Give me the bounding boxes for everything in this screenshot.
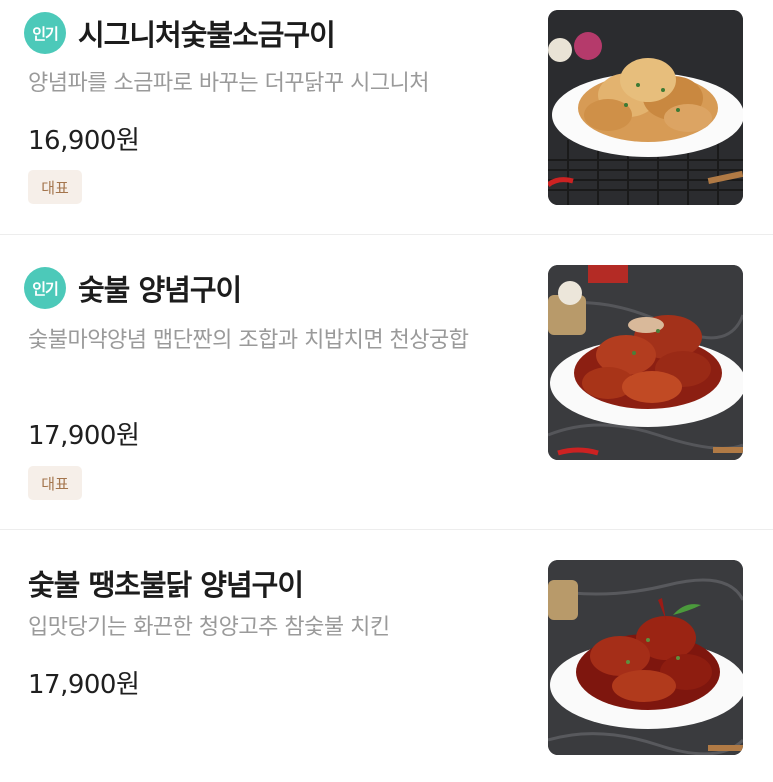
item-name: 시그니처숯불소금구이 (78, 18, 336, 52)
item-description: 숯불마약양념 맵단짠의 조합과 치밥치면 천상궁합 (28, 328, 469, 353)
item-price: 17,900원 (28, 670, 140, 700)
spicy-grilled-chicken-photo-icon[interactable] (548, 560, 743, 755)
representative-tag: 대표 (28, 170, 82, 204)
item-price: 17,900원 (28, 421, 140, 451)
popular-badge: 인기 (24, 267, 66, 309)
salt-grilled-chicken-photo-icon[interactable] (548, 10, 743, 205)
item-description: 입맛당기는 화끈한 청양고추 참숯불 치킨 (28, 615, 390, 640)
item-description: 양념파를 소금파로 바꾸는 더꾸닭꾸 시그니처 (28, 71, 430, 96)
sauce-grilled-chicken-photo-icon[interactable] (548, 265, 743, 460)
menu-item-signature-salt-grill[interactable]: 인기 시그니처숯불소금구이 양념파를 소금파로 바꾸는 더꾸닭꾸 시그니처 16… (0, 0, 773, 235)
menu-item-spicy-pepper-grill[interactable]: 숯불 땡초불닭 양념구이 입맛당기는 화끈한 청양고추 참숯불 치킨 17,90… (0, 530, 773, 782)
item-name-row: 인기 시그니처숯불소금구이 (24, 10, 336, 56)
item-price: 16,900원 (28, 126, 140, 156)
menu-item-sauce-grill[interactable]: 인기 숯불 양념구이 숯불마약양념 맵단짠의 조합과 치밥치면 천상궁합 17,… (0, 235, 773, 530)
item-name: 숯불 양념구이 (78, 273, 242, 307)
item-name: 숯불 땡초불닭 양념구이 (28, 568, 304, 602)
popular-badge: 인기 (24, 12, 66, 54)
item-name-row: 인기 숯불 양념구이 (24, 265, 242, 311)
representative-tag: 대표 (28, 466, 82, 500)
item-name-row: 숯불 땡초불닭 양념구이 (28, 560, 304, 606)
